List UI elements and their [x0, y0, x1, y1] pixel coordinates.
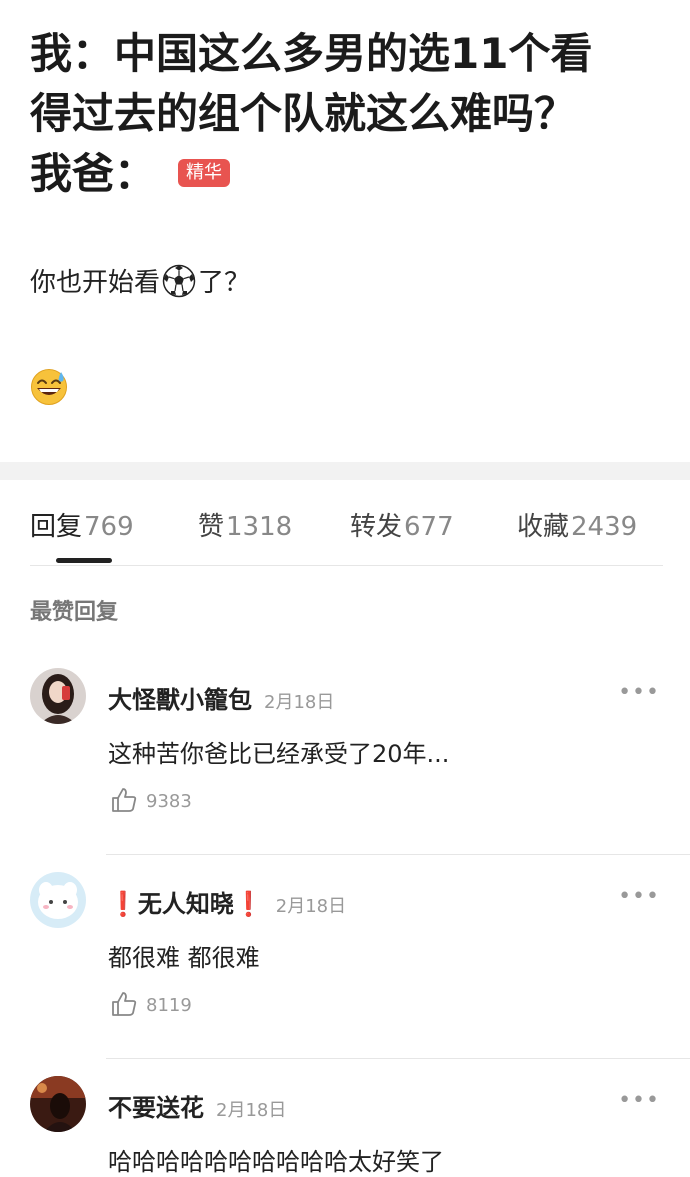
- comment-date: 2月18日: [216, 1100, 287, 1121]
- top-replies-heading: 最赞回复: [30, 600, 119, 625]
- tab-replies-count: 769: [84, 512, 134, 542]
- active-tab-indicator: [56, 558, 112, 563]
- more-options-icon[interactable]: •••: [618, 1088, 660, 1113]
- comment-date: 2月18日: [264, 692, 335, 713]
- comment-item: 大怪獸小籠包 2月18日 ••• 这种苦你爸比已经承受了20年... 9383: [0, 664, 690, 854]
- exclamation-icon: ❗: [233, 890, 264, 918]
- tab-likes-count: 1318: [226, 512, 293, 542]
- tab-replies-label: 回复: [30, 512, 83, 542]
- tab-reposts-count: 677: [404, 512, 454, 542]
- exclamation-icon: ❗: [108, 890, 138, 918]
- thumbs-up-icon: [112, 788, 137, 812]
- avatar[interactable]: [30, 668, 86, 724]
- post-title: 我：中国这么多男的选11个看 得过去的组个队就这么难吗？ 我爸： 精华: [30, 24, 670, 204]
- comment-item: 不要送花 2月18日 ••• 哈哈哈哈哈哈哈哈哈哈太好笑了: [0, 1072, 690, 1177]
- tab-favorites[interactable]: 收藏2439: [517, 506, 637, 543]
- title-line-3-text: 我爸：: [30, 149, 157, 198]
- tab-reposts-label: 转发: [350, 512, 403, 542]
- section-separator: [0, 462, 690, 480]
- featured-badge: 精华: [178, 158, 231, 187]
- tab-favorites-label: 收藏: [517, 512, 570, 542]
- like-count: 8119: [146, 995, 192, 1016]
- tab-likes[interactable]: 赞1318: [198, 506, 292, 543]
- grinning-sweat-emoji: [31, 369, 67, 405]
- comment-divider: [106, 854, 690, 855]
- post-body-text-before: 你也开始看: [30, 268, 161, 298]
- stats-tabs: 回复769 赞1318 转发677 收藏2439: [0, 480, 690, 566]
- post: 我：中国这么多男的选11个看 得过去的组个队就这么难吗？ 我爸： 精华 你也开始看…: [0, 0, 690, 462]
- tab-favorites-count: 2439: [571, 512, 638, 542]
- like-count: 9383: [146, 791, 192, 812]
- comment-item: ❗无人知晓❗ 2月18日 ••• 都很难 都很难 8119: [0, 868, 690, 1058]
- comment-text: 都很难 都很难: [108, 944, 260, 972]
- comment-text: 哈哈哈哈哈哈哈哈哈哈太好笑了: [108, 1148, 444, 1176]
- thumbs-up-icon: [112, 992, 137, 1016]
- author-name: 不要送花: [108, 1094, 204, 1122]
- author-name: 大怪獸小籠包: [108, 686, 252, 714]
- avatar[interactable]: [30, 872, 86, 928]
- more-options-icon[interactable]: •••: [618, 680, 660, 705]
- comment-author[interactable]: 不要送花 2月18日: [108, 1088, 286, 1123]
- title-line-2: 得过去的组个队就这么难吗？: [30, 89, 577, 138]
- more-options-icon[interactable]: •••: [618, 884, 660, 909]
- tab-reposts[interactable]: 转发677: [350, 506, 454, 543]
- avatar[interactable]: [30, 1076, 86, 1132]
- comment-text: 这种苦你爸比已经承受了20年...: [108, 740, 450, 768]
- comment-author[interactable]: 大怪獸小籠包 2月18日: [108, 680, 334, 715]
- comment-date: 2月18日: [275, 896, 347, 917]
- like-button[interactable]: 8119: [110, 992, 192, 1020]
- post-body-text-after: 了？: [198, 268, 251, 298]
- comment-divider: [106, 1058, 690, 1059]
- soccer-ball-icon: [162, 264, 196, 297]
- title-line-1: 我：中国这么多男的选11个看: [30, 29, 593, 78]
- like-button[interactable]: 9383: [110, 788, 192, 816]
- title-line-3: 我爸： 精华: [30, 144, 670, 204]
- comment-author[interactable]: ❗无人知晓❗ 2月18日: [108, 884, 346, 919]
- author-name: 无人知晓: [137, 890, 234, 918]
- tab-likes-label: 赞: [198, 512, 225, 542]
- tabs-divider: [30, 565, 663, 566]
- post-body: 你也开始看 了？: [30, 262, 250, 301]
- tab-replies[interactable]: 回复769: [30, 506, 134, 543]
